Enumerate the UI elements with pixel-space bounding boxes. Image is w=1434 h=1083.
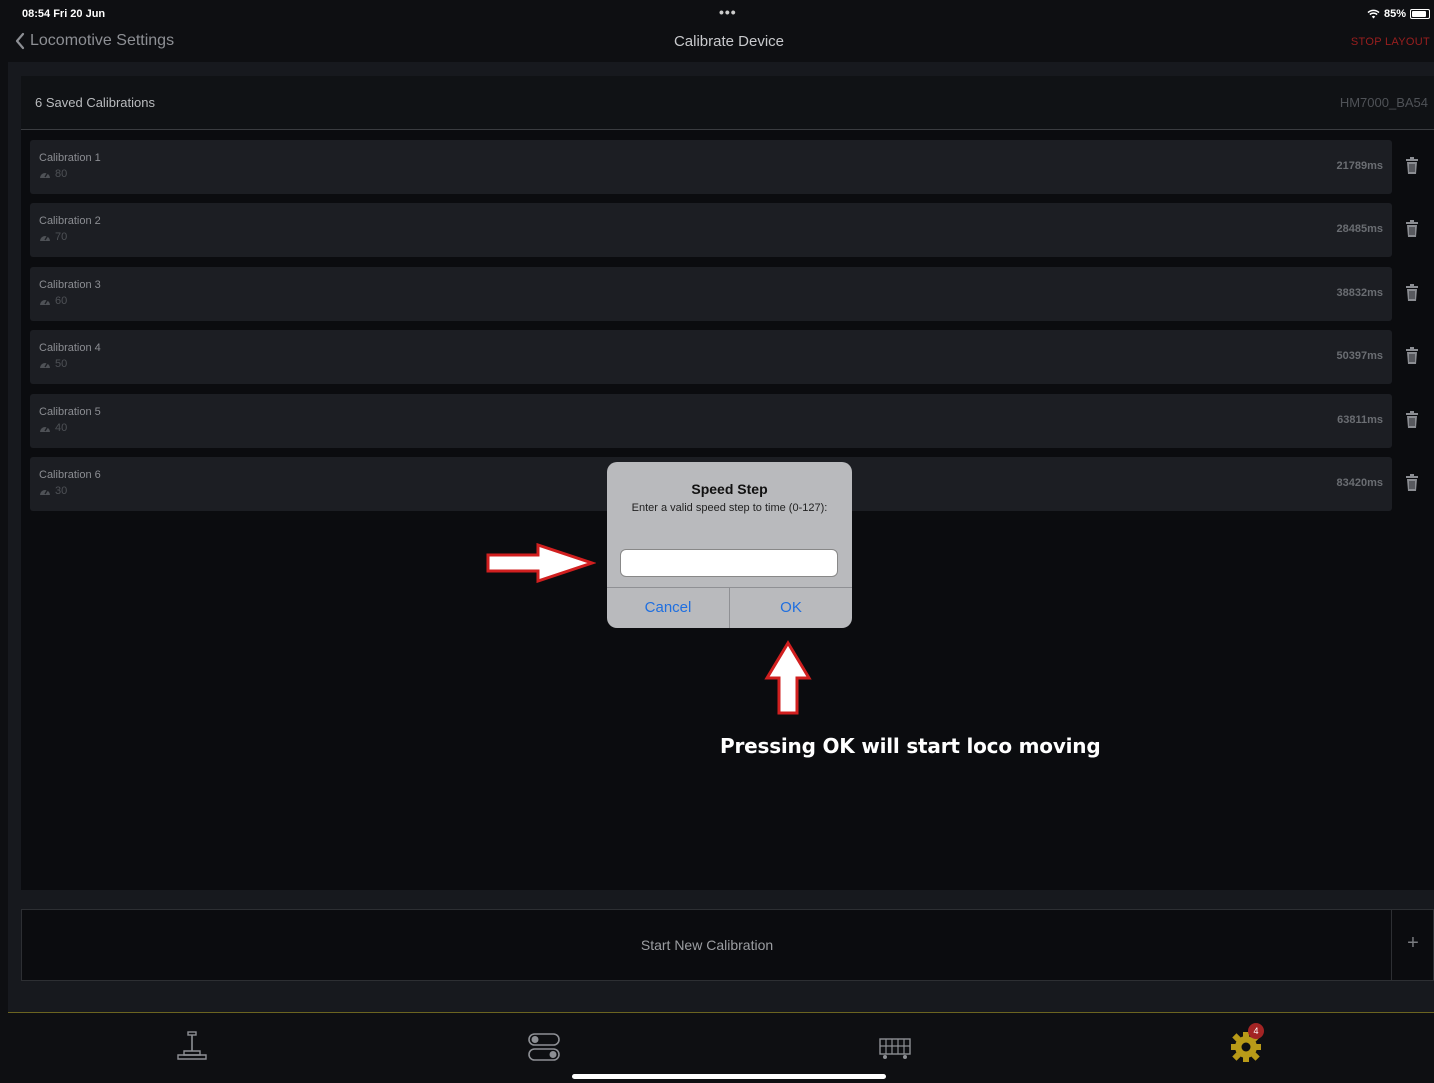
speedometer-icon xyxy=(40,426,50,432)
add-calibration-button[interactable]: + xyxy=(1392,932,1434,955)
tab-switches[interactable] xyxy=(526,1029,562,1065)
dialog-message: Enter a valid speed step to time (0-127)… xyxy=(631,502,828,514)
calibration-name: Calibration 3 xyxy=(39,279,101,291)
ok-button[interactable]: OK xyxy=(730,588,852,628)
saved-count: 6 Saved Calibrations xyxy=(35,95,155,110)
speedometer-icon xyxy=(40,362,50,368)
tab-bar: 4 xyxy=(8,1012,1434,1083)
calibration-row[interactable]: Calibration 3 60 38832ms xyxy=(30,267,1392,321)
speedometer-icon xyxy=(40,235,50,241)
speed-value: 80 xyxy=(55,168,68,180)
calibration-name: Calibration 1 xyxy=(39,152,101,164)
trash-icon[interactable] xyxy=(1405,157,1419,175)
battery-icon xyxy=(1410,9,1430,19)
locomotive-icon xyxy=(879,1038,911,1059)
stop-layout-button[interactable]: STOP LAYOUT xyxy=(1351,36,1430,48)
status-right: 85% xyxy=(1367,8,1430,20)
speedometer-icon xyxy=(40,299,50,305)
app-screen: 08:54 Fri 20 Jun ••• 85% Locomotive Sett… xyxy=(0,0,1434,1083)
calibration-time: 38832ms xyxy=(1336,287,1384,299)
trash-icon[interactable] xyxy=(1405,284,1419,302)
status-time: 08:54 Fri 20 Jun xyxy=(22,8,106,20)
speedometer-icon xyxy=(40,172,50,178)
calibration-time: 21789ms xyxy=(1336,160,1384,172)
throttle-icon xyxy=(177,1031,207,1060)
battery-percent: 85% xyxy=(1383,8,1406,20)
speed-value: 50 xyxy=(55,358,68,370)
calibration-speed: 40 xyxy=(39,422,67,434)
calibration-speed: 60 xyxy=(39,295,67,307)
calibration-name: Calibration 4 xyxy=(39,342,101,354)
calibration-name: Calibration 2 xyxy=(39,215,101,227)
calibration-time: 28485ms xyxy=(1336,223,1384,235)
tab-throttle[interactable] xyxy=(174,1029,210,1065)
calibration-speed: 50 xyxy=(39,358,67,370)
calibration-row[interactable]: Calibration 1 80 21789ms xyxy=(30,140,1392,194)
calibration-row[interactable]: Calibration 5 40 63811ms xyxy=(30,394,1392,448)
trash-icon[interactable] xyxy=(1405,347,1419,365)
calibrations-header: 6 Saved Calibrations HM7000_BA54 xyxy=(21,76,1434,130)
wifi-icon xyxy=(1367,9,1380,19)
start-calibration-bar: Start New Calibration + xyxy=(21,909,1434,981)
trash-icon[interactable] xyxy=(1405,220,1419,238)
arrow-right-icon xyxy=(486,543,596,583)
toggles-icon xyxy=(528,1033,560,1061)
notification-badge: 4 xyxy=(1248,1023,1264,1039)
calibration-time: 83420ms xyxy=(1336,477,1384,489)
device-name: HM7000_BA54 xyxy=(1339,95,1428,110)
page-title: Calibrate Device xyxy=(673,33,785,50)
navigation-bar: Locomotive Settings Calibrate Device STO… xyxy=(0,26,1434,62)
multitask-dots[interactable]: ••• xyxy=(719,4,737,20)
speed-value: 60 xyxy=(55,295,68,307)
speedometer-icon xyxy=(40,489,50,495)
calibration-speed: 30 xyxy=(39,485,67,497)
dialog-title: Speed Step xyxy=(691,481,768,497)
calibration-speed: 70 xyxy=(39,231,67,243)
status-bar: 08:54 Fri 20 Jun ••• 85% xyxy=(0,4,1434,26)
calibration-time: 63811ms xyxy=(1337,414,1383,426)
start-calibration-button[interactable]: Start New Calibration xyxy=(22,937,1392,953)
annotation-text: Pressing OK will start loco moving xyxy=(720,734,1101,758)
calibration-time: 50397ms xyxy=(1336,350,1384,362)
trash-icon[interactable] xyxy=(1405,411,1419,429)
speed-step-dialog: Speed Step Enter a valid speed step to t… xyxy=(607,462,852,628)
trash-icon[interactable] xyxy=(1405,474,1419,492)
speed-value: 30 xyxy=(55,485,68,497)
cancel-button[interactable]: Cancel xyxy=(607,588,729,628)
calibration-name: Calibration 5 xyxy=(39,406,101,418)
tab-locos[interactable] xyxy=(877,1029,913,1065)
speed-value: 40 xyxy=(55,422,68,434)
calibration-name: Calibration 6 xyxy=(39,469,101,481)
arrow-up-icon xyxy=(764,640,812,715)
home-indicator[interactable] xyxy=(572,1074,886,1079)
speed-step-input[interactable] xyxy=(620,549,838,577)
calibration-row[interactable]: Calibration 4 50 50397ms xyxy=(30,330,1392,384)
calibration-speed: 80 xyxy=(39,168,67,180)
speed-value: 70 xyxy=(55,231,68,243)
tab-settings[interactable]: 4 xyxy=(1228,1023,1264,1065)
calibration-row[interactable]: Calibration 2 70 28485ms xyxy=(30,203,1392,257)
